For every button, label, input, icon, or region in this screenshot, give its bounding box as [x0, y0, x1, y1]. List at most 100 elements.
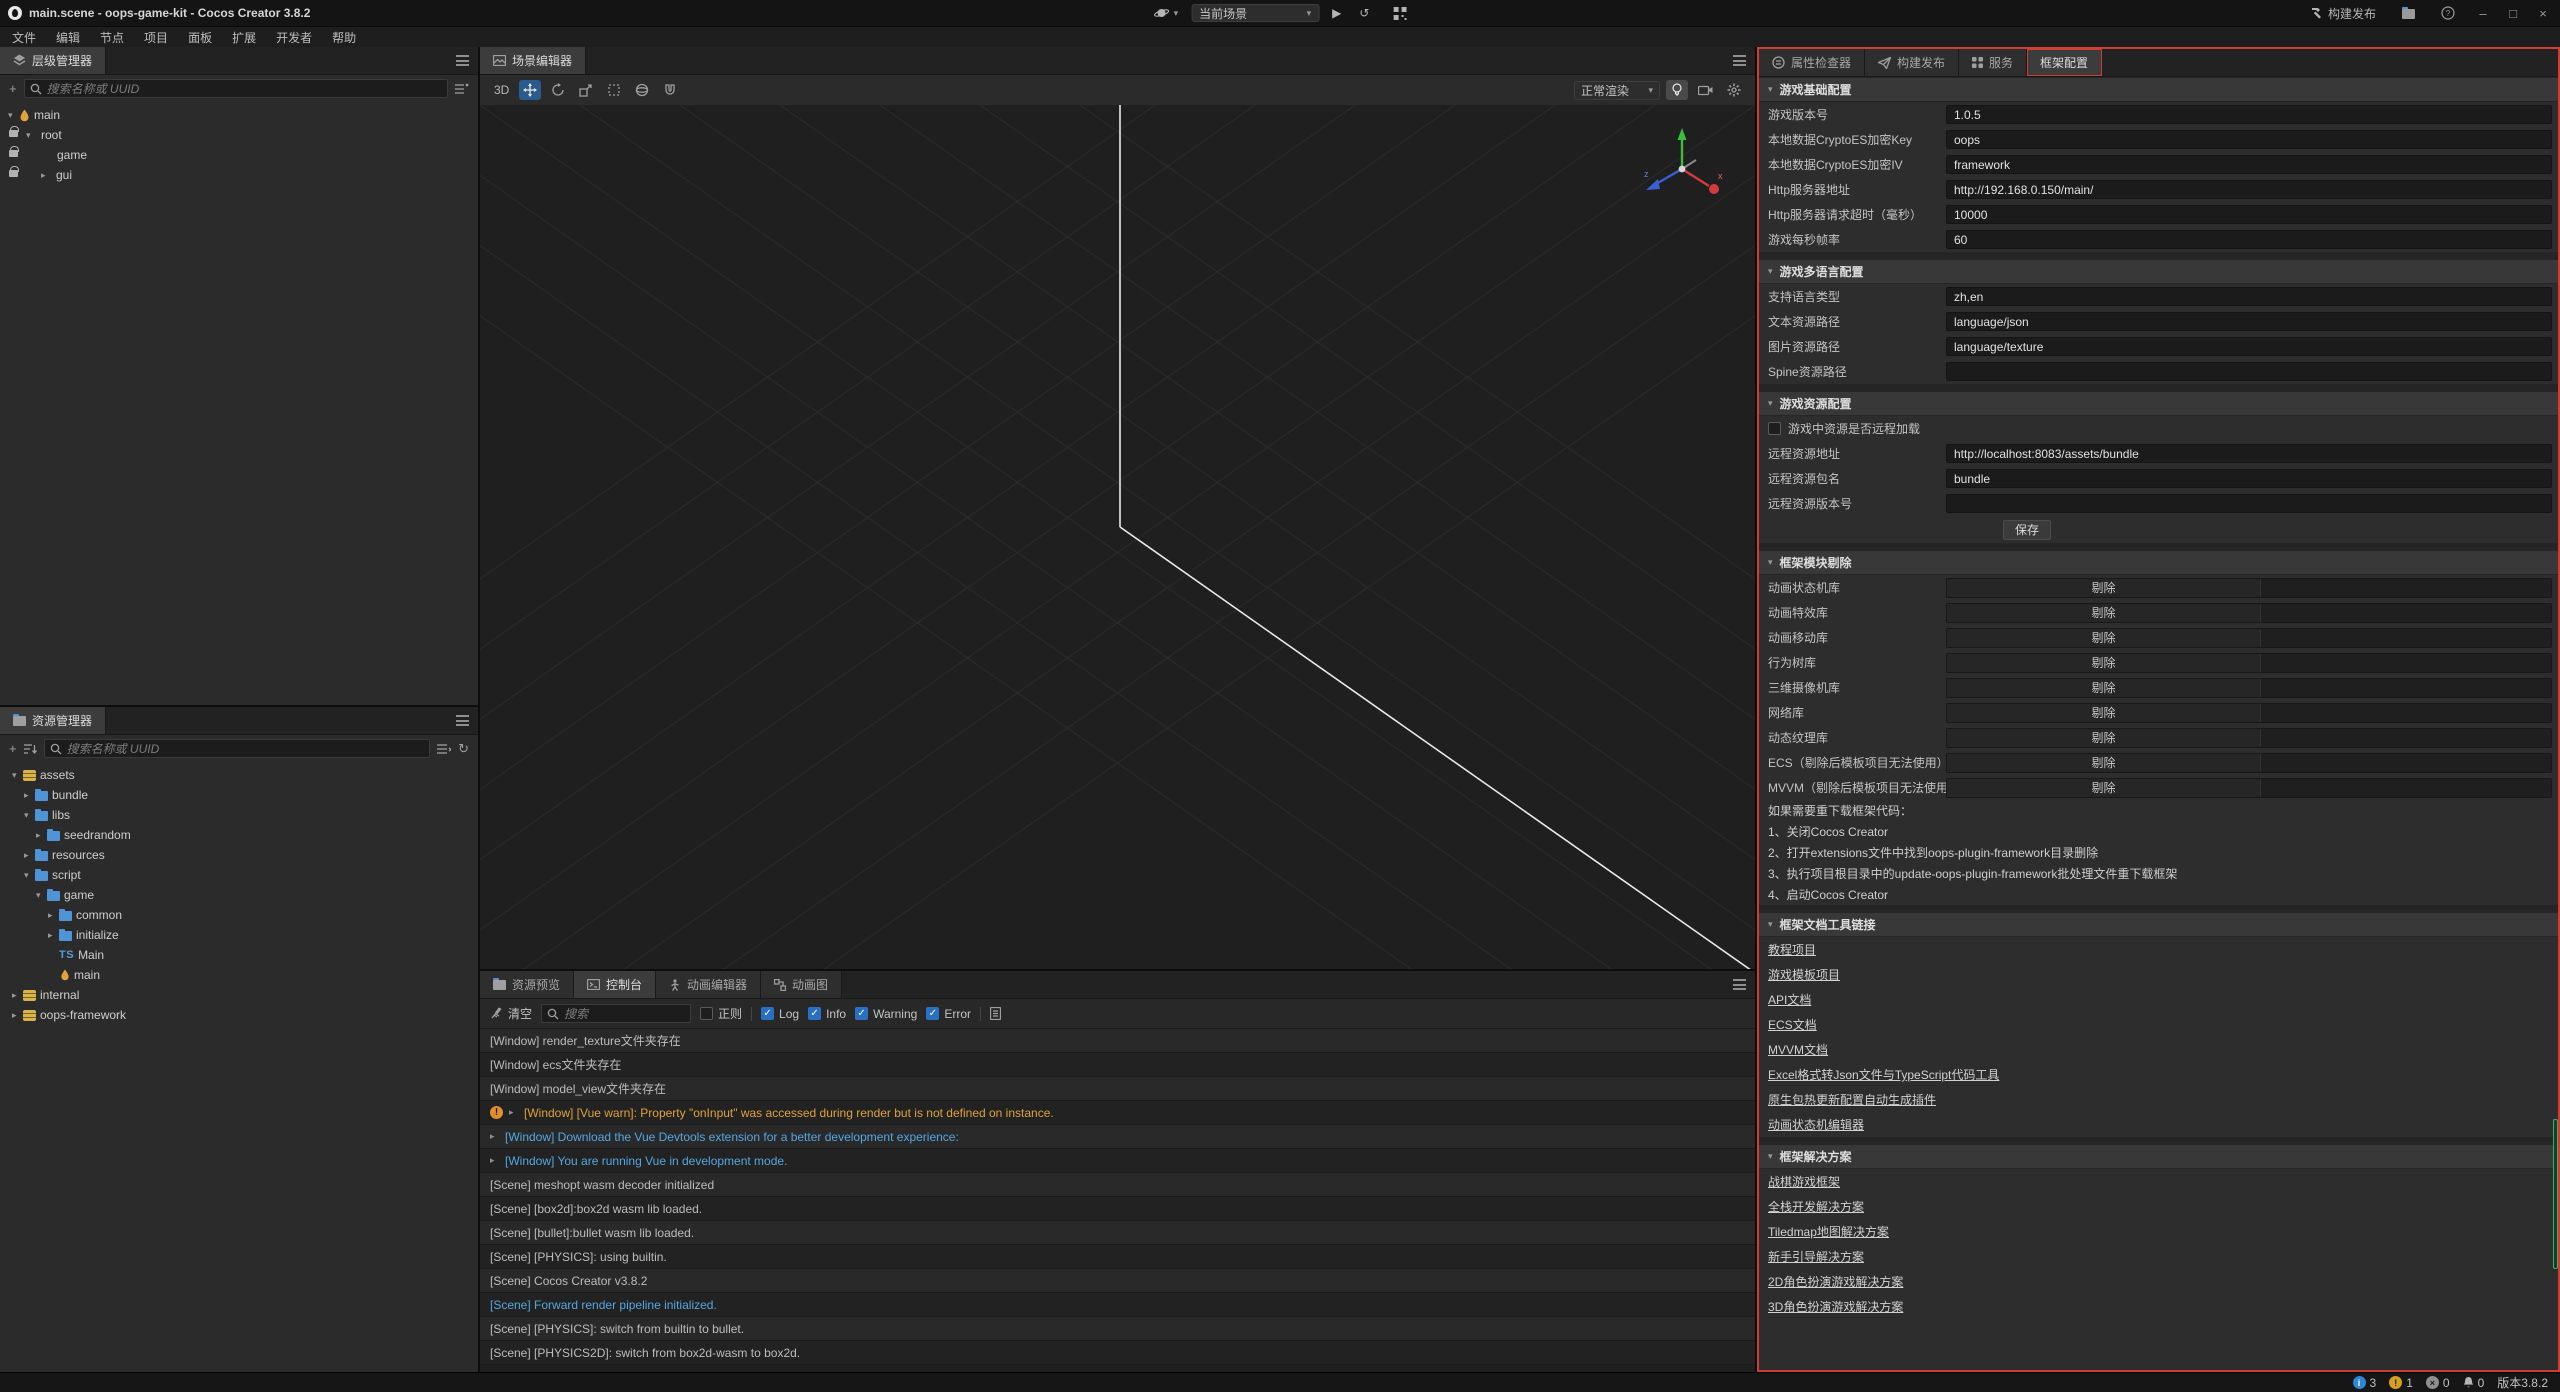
section-game-basic[interactable]: ▾ 游戏基础配置: [1759, 77, 2558, 102]
window-close-button[interactable]: ×: [2536, 6, 2550, 21]
link-mvvm-docs[interactable]: MVVM文档: [1768, 1041, 1828, 1058]
transform-gizmo-button[interactable]: [631, 80, 653, 100]
scale-tool-button[interactable]: [575, 80, 597, 100]
warning-count-badge[interactable]: ! 1: [2389, 1376, 2413, 1390]
refresh-icon[interactable]: ↻: [458, 741, 469, 757]
asset-node-game[interactable]: ▾ game: [0, 885, 478, 905]
section-resources[interactable]: ▾ 游戏资源配置: [1759, 391, 2558, 416]
scene-select[interactable]: 当前场景 ▾: [1191, 4, 1319, 22]
link-hotupdate-plugin[interactable]: 原生包热更新配置自动生成插件: [1768, 1091, 1936, 1108]
section-solutions[interactable]: ▾ 框架解决方案: [1759, 1144, 2558, 1169]
hierarchy-node-game[interactable]: game: [0, 145, 478, 165]
link-animator-editor[interactable]: 动画状态机编辑器: [1768, 1116, 1864, 1133]
expand-arrow-icon[interactable]: ▸: [12, 1010, 23, 1021]
help-button[interactable]: ?: [2436, 4, 2460, 22]
clear-console-button[interactable]: 清空: [490, 1005, 532, 1022]
tab-build[interactable]: 构建发布: [1865, 49, 1959, 76]
console-search-input[interactable]: [564, 1007, 685, 1021]
tab-service[interactable]: 服务: [1959, 49, 2027, 76]
hierarchy-search-input[interactable]: [47, 82, 442, 96]
menu-node[interactable]: 节点: [90, 29, 134, 46]
rect-tool-button[interactable]: [603, 80, 625, 100]
asset-node-seedrandom[interactable]: ▸ seedrandom: [0, 825, 478, 845]
collapse-arrow-icon[interactable]: ▾: [24, 810, 35, 821]
expand-arrow-icon[interactable]: ▸: [490, 1155, 499, 1166]
link-api-docs[interactable]: API文档: [1768, 991, 1811, 1008]
remove-button[interactable]: 剔除: [1947, 779, 2261, 797]
console-menu-icon[interactable]: [1733, 979, 1746, 990]
tab-scene-editor[interactable]: 场景编辑器: [480, 47, 586, 74]
save-button[interactable]: 保存: [2003, 520, 2051, 540]
menu-project[interactable]: 项目: [134, 29, 178, 46]
spine-res-path-input[interactable]: [1946, 362, 2552, 381]
log-line-info[interactable]: ▸ [Window] Download the Vue Devtools ext…: [480, 1125, 1755, 1149]
open-project-folder-button[interactable]: [2397, 4, 2420, 22]
lighting-toggle-button[interactable]: [1666, 80, 1688, 100]
log-line-warning[interactable]: ! ▸ [Window] [Vue warn]: Property "onInp…: [480, 1101, 1755, 1125]
hierarchy-node-main[interactable]: ▾ main: [0, 105, 478, 125]
tab-asset-preview[interactable]: 资源预览: [480, 971, 574, 998]
expand-arrow-icon[interactable]: ▸: [12, 990, 23, 1001]
tab-animation-editor[interactable]: 动画编辑器: [656, 971, 761, 998]
asset-node-script[interactable]: ▾ script: [0, 865, 478, 885]
collapse-arrow-icon[interactable]: ▾: [26, 130, 37, 141]
filter-warning-checkbox[interactable]: ✓ Warning: [855, 1007, 917, 1021]
expand-arrow-icon[interactable]: ▸: [24, 850, 35, 861]
link-fullstack-solution[interactable]: 全栈开发解决方案: [1768, 1198, 1864, 1215]
link-excel-tool[interactable]: Excel格式转Json文件与TypeScript代码工具: [1768, 1066, 1999, 1083]
asset-node-common[interactable]: ▸ common: [0, 905, 478, 925]
menu-file[interactable]: 文件: [2, 29, 46, 46]
asset-node-assets[interactable]: ▾ assets: [0, 765, 478, 785]
reload-button[interactable]: ↺: [1354, 4, 1374, 22]
collapse-arrow-icon[interactable]: ▾: [12, 770, 23, 781]
remote-version-input[interactable]: [1946, 494, 2552, 513]
filter-icon[interactable]: [437, 743, 451, 755]
game-version-input[interactable]: [1946, 105, 2552, 124]
error-count-badge[interactable]: × 0: [2426, 1376, 2450, 1390]
asset-node-initialize[interactable]: ▸ initialize: [0, 925, 478, 945]
section-modules[interactable]: ▾ 框架模块剔除: [1759, 550, 2558, 575]
frame-rate-input[interactable]: [1946, 230, 2552, 249]
filter-error-checkbox[interactable]: ✓ Error: [926, 1007, 971, 1021]
tab-framework-config[interactable]: 框架配置: [2027, 49, 2102, 76]
assets-search-input[interactable]: [67, 742, 425, 756]
expand-arrow-icon[interactable]: ▸: [36, 830, 47, 841]
collapse-arrow-icon[interactable]: ▾: [8, 110, 19, 121]
section-docs[interactable]: ▾ 框架文档工具链接: [1759, 912, 2558, 937]
crypto-key-input[interactable]: [1946, 130, 2552, 149]
menu-help[interactable]: 帮助: [322, 29, 366, 46]
filter-info-checkbox[interactable]: ✓ Info: [808, 1007, 846, 1021]
hierarchy-menu-icon[interactable]: [456, 55, 469, 66]
asset-node-main-scene[interactable]: main: [0, 965, 478, 985]
remove-button[interactable]: 剔除: [1947, 654, 2261, 672]
preview-qr-button[interactable]: [1388, 4, 1411, 22]
play-button[interactable]: ▶: [1327, 4, 1346, 22]
collapse-arrow-icon[interactable]: ▾: [24, 870, 35, 881]
create-asset-button[interactable]: +: [9, 741, 17, 756]
scene-camera-button[interactable]: [1694, 80, 1717, 100]
languages-input[interactable]: [1946, 287, 2552, 306]
render-mode-select[interactable]: 正常渲染 ▾: [1574, 81, 1660, 100]
expand-arrow-icon[interactable]: ▸: [24, 790, 35, 801]
preview-platform-button[interactable]: ▾: [1149, 4, 1184, 22]
tab-assets[interactable]: 资源管理器: [0, 707, 106, 734]
window-maximize-button[interactable]: □: [2506, 6, 2520, 21]
move-tool-button[interactable]: [519, 80, 541, 100]
link-template-project[interactable]: 游戏模板项目: [1768, 966, 1840, 983]
expand-arrow-icon[interactable]: ▸: [48, 910, 59, 921]
link-tiledmap-solution[interactable]: Tiledmap地图解决方案: [1768, 1223, 1889, 1240]
sort-icon[interactable]: [24, 743, 37, 755]
tab-inspector[interactable]: 属性检查器: [1759, 49, 1865, 76]
link-guide-solution[interactable]: 新手引导解决方案: [1768, 1248, 1864, 1265]
info-count-badge[interactable]: i 3: [2353, 1376, 2377, 1390]
filter-icon[interactable]: [455, 83, 469, 95]
scene-viewport[interactable]: z x: [480, 105, 1755, 969]
expand-arrow-icon[interactable]: ▸: [490, 1131, 499, 1142]
hierarchy-searchbox[interactable]: [24, 79, 448, 98]
link-tutorial-project[interactable]: 教程项目: [1768, 941, 1816, 958]
scene-settings-button[interactable]: [1723, 80, 1745, 100]
asset-node-main-ts[interactable]: TS Main: [0, 945, 478, 965]
asset-node-internal[interactable]: ▸ internal: [0, 985, 478, 1005]
hierarchy-node-gui[interactable]: ▸ gui: [0, 165, 478, 185]
tab-hierarchy[interactable]: 层级管理器: [0, 47, 106, 74]
